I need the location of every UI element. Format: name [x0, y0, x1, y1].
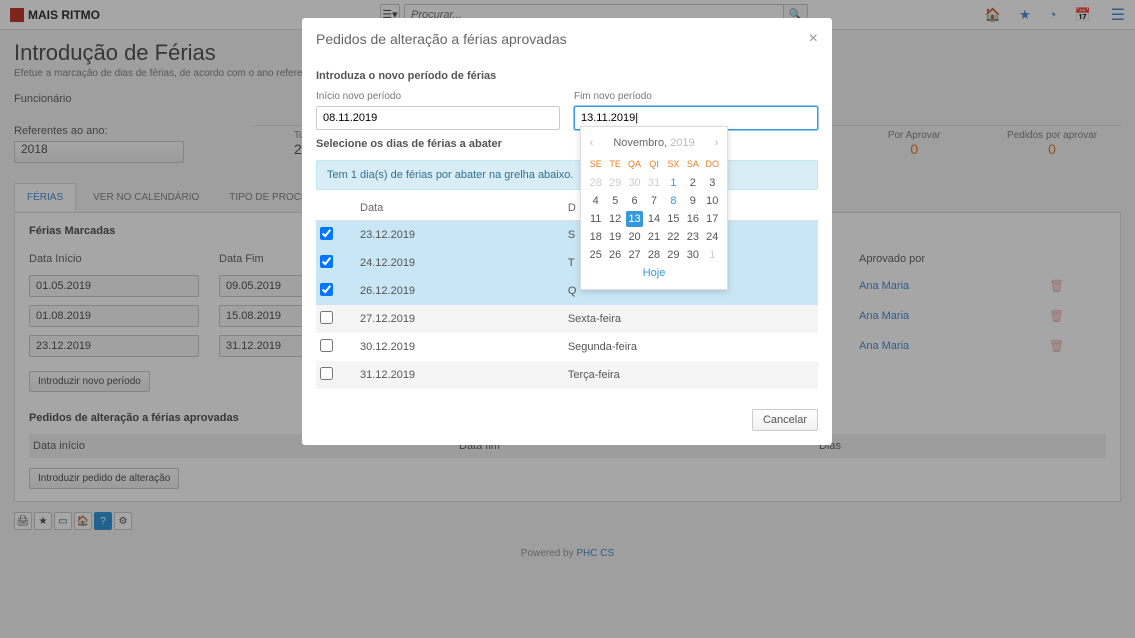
- dp-day[interactable]: 18: [587, 229, 604, 245]
- dp-day[interactable]: 2: [684, 175, 701, 191]
- dp-day[interactable]: 15: [665, 211, 682, 227]
- dp-day[interactable]: 28: [587, 175, 604, 191]
- row-date: 30.12.2019: [356, 333, 564, 361]
- row-checkbox[interactable]: [320, 283, 333, 296]
- dp-day[interactable]: 29: [606, 175, 623, 191]
- datepicker: ‹ Novembro, 2019 › SETEQAQISXSADO 282930…: [580, 126, 728, 290]
- dp-day[interactable]: 1: [665, 175, 682, 191]
- modal-row: 27.12.2019 Sexta-feira: [316, 305, 818, 333]
- dp-dow: DO: [704, 157, 721, 171]
- dp-day[interactable]: 17: [704, 211, 721, 227]
- modal-row: 26.12.2019 Q: [316, 277, 818, 305]
- mcol-data: Data: [356, 196, 564, 221]
- dp-day[interactable]: 7: [645, 193, 662, 209]
- info-box: Tem 1 dia(s) de férias por abater na gre…: [316, 160, 818, 190]
- dp-dow: QA: [626, 157, 643, 171]
- row-checkbox[interactable]: [320, 367, 333, 380]
- dp-day[interactable]: 28: [645, 247, 662, 263]
- row-date: 24.12.2019: [356, 249, 564, 277]
- dp-day[interactable]: 10: [704, 193, 721, 209]
- modal-section2: Selecione os dias de férias a abater: [316, 138, 818, 150]
- end-date-label: Fim novo período: [574, 91, 652, 102]
- dp-day[interactable]: 19: [606, 229, 623, 245]
- dp-next-icon[interactable]: ›: [715, 137, 719, 149]
- dp-dow: QI: [645, 157, 662, 171]
- dp-dow: TE: [606, 157, 623, 171]
- row-date: 26.12.2019: [356, 277, 564, 305]
- row-date: 23.12.2019: [356, 221, 564, 250]
- dp-dow: SA: [684, 157, 701, 171]
- cancel-button[interactable]: Cancelar: [752, 409, 818, 431]
- close-icon[interactable]: ×: [809, 30, 818, 48]
- dp-day[interactable]: 9: [684, 193, 701, 209]
- dp-day[interactable]: 25: [587, 247, 604, 263]
- row-checkbox[interactable]: [320, 339, 333, 352]
- dp-day[interactable]: 13: [626, 211, 643, 227]
- modal: Pedidos de alteração a férias aprovadas …: [302, 18, 832, 445]
- dp-day[interactable]: 12: [606, 211, 623, 227]
- dp-day[interactable]: 30: [626, 175, 643, 191]
- row-dow: Terça-feira: [564, 361, 818, 389]
- dp-day[interactable]: 21: [645, 229, 662, 245]
- modal-row: 31.12.2019 Terça-feira: [316, 361, 818, 389]
- row-date: 27.12.2019: [356, 305, 564, 333]
- modal-title: Pedidos de alteração a férias aprovadas: [316, 31, 567, 47]
- dp-day[interactable]: 27: [626, 247, 643, 263]
- dp-today[interactable]: Hoje: [587, 263, 721, 283]
- row-dow: Segunda-feira: [564, 333, 818, 361]
- dp-day[interactable]: 22: [665, 229, 682, 245]
- dp-day[interactable]: 1: [704, 247, 721, 263]
- dp-day[interactable]: 29: [665, 247, 682, 263]
- dp-day[interactable]: 6: [626, 193, 643, 209]
- dp-day[interactable]: 16: [684, 211, 701, 227]
- dp-day[interactable]: 24: [704, 229, 721, 245]
- dp-dow: SX: [665, 157, 682, 171]
- row-date: 31.12.2019: [356, 361, 564, 389]
- row-dow: Sexta-feira: [564, 305, 818, 333]
- start-date-label: Início novo período: [316, 91, 401, 102]
- dp-day[interactable]: 23: [684, 229, 701, 245]
- dp-day[interactable]: 30: [684, 247, 701, 263]
- row-checkbox[interactable]: [320, 227, 333, 240]
- dp-year[interactable]: 2019: [670, 137, 694, 149]
- start-date-input[interactable]: [316, 106, 560, 130]
- dp-dow: SE: [587, 157, 604, 171]
- modal-row: 23.12.2019 S: [316, 221, 818, 250]
- modal-section1: Introduza o novo período de férias: [316, 70, 818, 82]
- dp-day[interactable]: 5: [606, 193, 623, 209]
- dp-day[interactable]: 3: [704, 175, 721, 191]
- modal-row: 30.12.2019 Segunda-feira: [316, 333, 818, 361]
- dp-month[interactable]: Novembro,: [613, 137, 667, 149]
- row-checkbox[interactable]: [320, 255, 333, 268]
- dp-day[interactable]: 8: [665, 193, 682, 209]
- dp-day[interactable]: 11: [587, 211, 604, 227]
- dp-day[interactable]: 26: [606, 247, 623, 263]
- dp-day[interactable]: 4: [587, 193, 604, 209]
- dp-day[interactable]: 20: [626, 229, 643, 245]
- row-checkbox[interactable]: [320, 311, 333, 324]
- dp-prev-icon[interactable]: ‹: [590, 137, 594, 149]
- modal-row: 24.12.2019 T: [316, 249, 818, 277]
- dp-day[interactable]: 14: [645, 211, 662, 227]
- dp-day[interactable]: 31: [645, 175, 662, 191]
